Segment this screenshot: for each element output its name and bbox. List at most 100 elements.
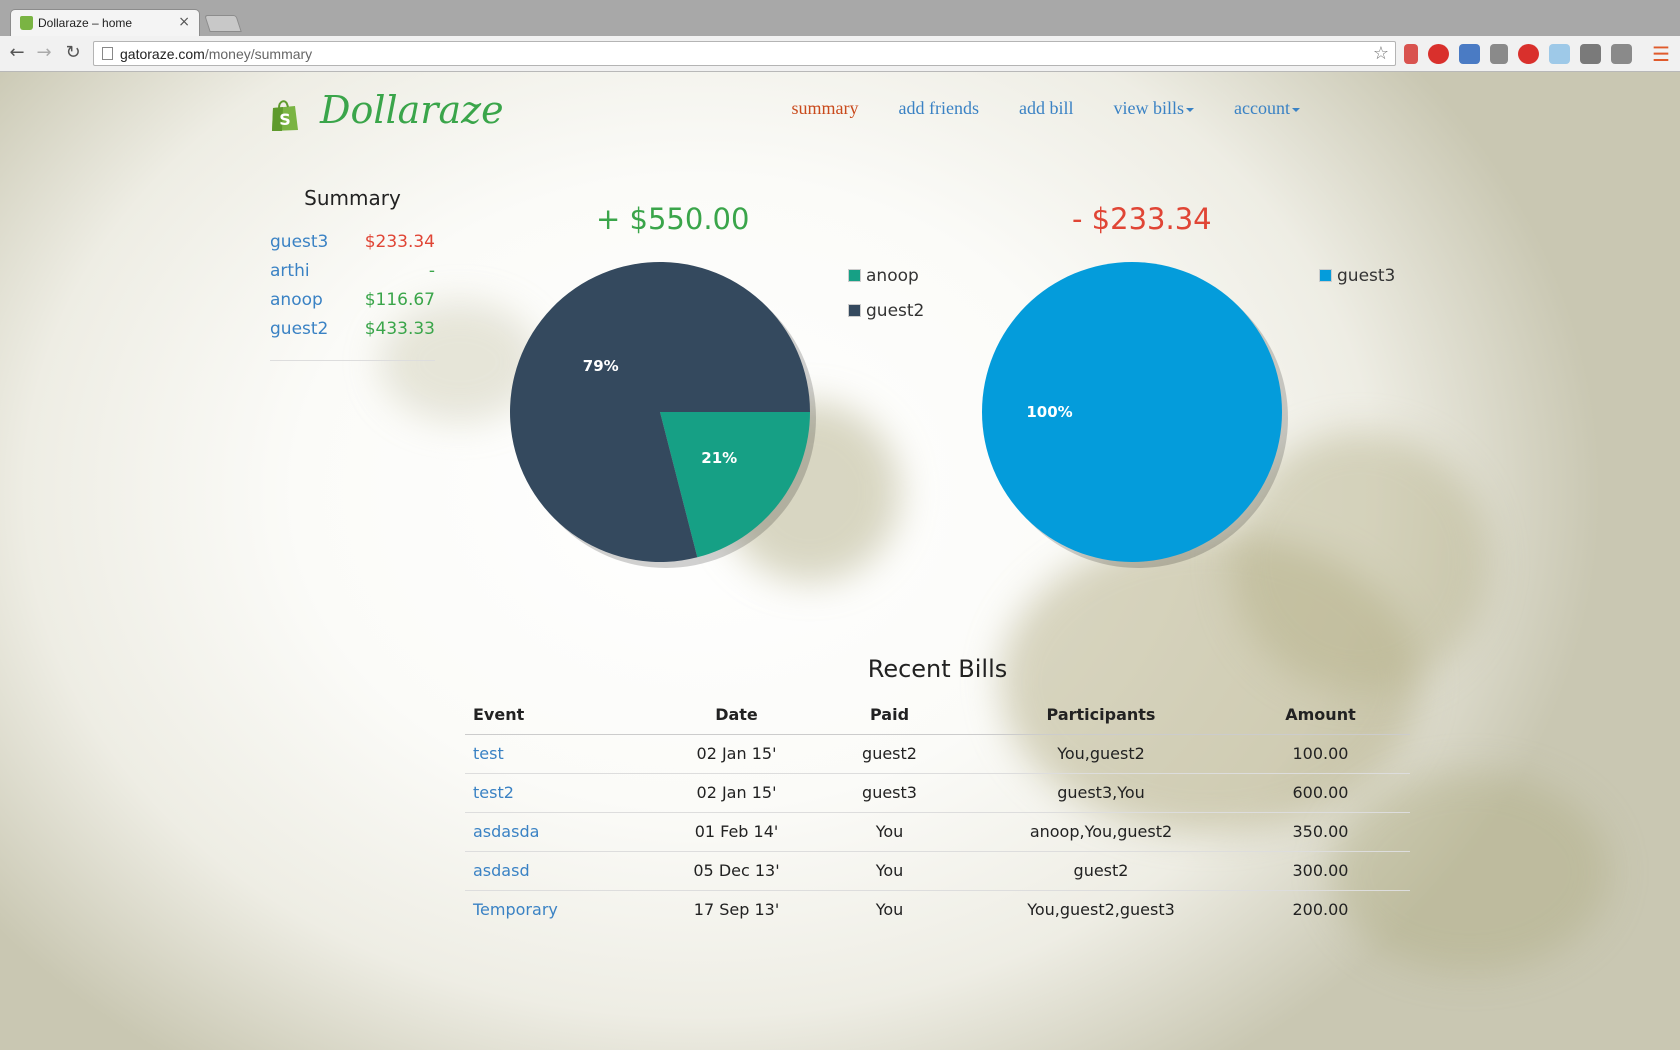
extension-icons	[1404, 44, 1632, 64]
summary-friend-link[interactable]: anoop	[270, 290, 323, 319]
browser-chrome: Dollaraze – home × ← → ↻ gatoraze.com/mo…	[0, 0, 1680, 72]
browser-toolbar: ← → ↻ gatoraze.com/money/summary ☆ ☰	[0, 36, 1680, 72]
you-owe-legend: guest3	[1319, 258, 1395, 293]
recent-bills-title: Recent Bills	[867, 655, 1008, 683]
table-row: test2 02 Jan 15' guest3 guest3,You 600.0…	[465, 773, 1410, 813]
reload-icon[interactable]: ↻	[62, 42, 84, 64]
owed-to-you-pie-chart: 21% 79%	[510, 262, 816, 568]
legend-label: anoop	[866, 265, 919, 286]
bill-amount: 200.00	[1292, 900, 1349, 920]
jb-extension-icon[interactable]	[1549, 44, 1570, 64]
adblock-icon[interactable]	[1518, 44, 1539, 64]
back-arrow-icon[interactable]: ←	[6, 42, 28, 64]
browser-menu-icon[interactable]: ☰	[1652, 42, 1670, 66]
summary-amount: -	[428, 261, 435, 281]
page-content: S Dollaraze summary add friends add bill…	[0, 72, 1680, 1050]
bill-event-link[interactable]: test	[473, 744, 504, 763]
table-header-row: Event Date Paid Participants Amount	[465, 695, 1410, 735]
nav-account-label: account	[1234, 98, 1290, 118]
table-row: asdasd 05 Dec 13' You guest2 300.00	[465, 851, 1410, 891]
bill-date: 05 Dec 13'	[665, 851, 808, 891]
chevron-down-icon	[1186, 107, 1195, 112]
column-header-paid: Paid	[808, 695, 971, 735]
legend-item: anoop	[848, 258, 924, 293]
bill-participants: You,guest2,guest3	[1027, 900, 1175, 920]
bill-paid-by: You	[808, 851, 971, 891]
pie-slice-label: 79%	[583, 357, 619, 375]
summary-friend-link[interactable]: arthi	[270, 261, 310, 290]
cast-icon[interactable]	[1490, 44, 1508, 64]
page-icon	[102, 47, 113, 60]
bill-event-link[interactable]: asdasd	[473, 861, 530, 880]
nav-view-bills-label: view bills	[1113, 98, 1185, 118]
recent-bills-table: Event Date Paid Participants Amount test…	[465, 695, 1410, 929]
bill-paid-by: guest3	[808, 773, 971, 813]
bookmark-star-icon[interactable]: ☆	[1373, 43, 1389, 64]
summary-amount: $433.33	[364, 319, 435, 339]
bookmark-extension-icon[interactable]	[1404, 44, 1418, 64]
column-header-event: Event	[465, 695, 665, 735]
table-row: asdasda 01 Feb 14' You anoop,You,guest2 …	[465, 812, 1410, 852]
bill-participants: guest3,You	[971, 773, 1231, 813]
tab-title: Dollaraze – home	[38, 16, 133, 30]
chevron-down-icon	[1292, 107, 1300, 112]
new-extension-icon[interactable]	[1459, 44, 1480, 64]
nav-view-bills[interactable]: view bills	[1114, 98, 1195, 119]
bag-favicon-icon	[20, 16, 33, 30]
eyedropper-icon[interactable]	[1580, 44, 1601, 64]
pie-slice-label: 100%	[1026, 403, 1072, 421]
owed-to-you-legend: anoop guest2	[848, 258, 924, 328]
audio-extension-icon[interactable]	[1611, 44, 1632, 64]
owed-to-you-total: + $550.00	[596, 202, 750, 236]
bill-amount: 600.00	[1231, 773, 1410, 813]
stop-extension-icon[interactable]	[1428, 44, 1449, 64]
forward-arrow-icon[interactable]: →	[33, 42, 55, 64]
address-bar[interactable]: gatoraze.com/money/summary ☆	[93, 41, 1396, 66]
bill-amount: 350.00	[1231, 812, 1410, 852]
nav-add-friends[interactable]: add friends	[899, 98, 979, 119]
bill-participants: You,guest2	[971, 734, 1231, 774]
summary-amount: $233.34	[364, 232, 435, 252]
summary-row: anoop $116.67	[270, 290, 435, 319]
bill-date: 02 Jan 15'	[665, 773, 808, 813]
you-owe-pie-chart: 100%	[982, 262, 1288, 568]
tab-strip: Dollaraze – home ×	[0, 0, 1680, 36]
svg-text:S: S	[279, 110, 291, 129]
nav-summary[interactable]: summary	[792, 98, 859, 119]
close-tab-icon[interactable]: ×	[178, 14, 190, 30]
new-tab-button[interactable]	[204, 15, 242, 32]
legend-swatch	[1319, 269, 1332, 282]
summary-amount: $116.67	[364, 290, 435, 310]
bill-event-link[interactable]: asdasda	[473, 822, 539, 841]
legend-label: guest2	[866, 300, 925, 321]
bill-paid-by: guest2	[808, 734, 971, 774]
browser-tab[interactable]: Dollaraze – home ×	[10, 9, 200, 36]
table-row: test 02 Jan 15' guest2 You,guest2 100.00	[465, 734, 1410, 774]
nav-add-bill[interactable]: add bill	[1019, 98, 1074, 119]
bill-amount: 100.00	[1231, 734, 1410, 774]
main-nav: summary add friends add bill view bills …	[792, 98, 1300, 119]
column-header-participants: Participants	[971, 695, 1231, 735]
summary-friend-link[interactable]: guest2	[270, 319, 328, 348]
summary-friend-link[interactable]: guest3	[270, 232, 328, 261]
summary-title: Summary	[304, 186, 401, 210]
shopping-bag-icon: S	[272, 100, 298, 131]
url-text[interactable]: gatoraze.com/money/summary	[120, 46, 312, 62]
bill-event-link[interactable]: test2	[473, 783, 514, 802]
you-owe-total: - $233.34	[1072, 202, 1212, 236]
legend-item: guest3	[1319, 258, 1395, 293]
legend-swatch	[848, 269, 861, 282]
brand-name: Dollaraze	[320, 88, 504, 132]
legend-swatch	[848, 304, 861, 317]
legend-item: guest2	[848, 293, 924, 328]
column-header-amount: Amount	[1231, 695, 1410, 735]
pie-slice-label: 21%	[701, 449, 737, 467]
bill-date: 17 Sep 13'	[693, 900, 780, 920]
bill-paid-by: You	[875, 900, 904, 920]
bill-paid-by: You	[808, 812, 971, 852]
nav-account[interactable]: account	[1234, 98, 1300, 119]
column-header-date: Date	[665, 695, 808, 735]
bill-date: 01 Feb 14'	[665, 812, 808, 852]
summary-list: guest3 $233.34 arthi - anoop $116.67 gue…	[270, 232, 435, 361]
bill-event-link[interactable]: Temporary	[473, 900, 558, 919]
